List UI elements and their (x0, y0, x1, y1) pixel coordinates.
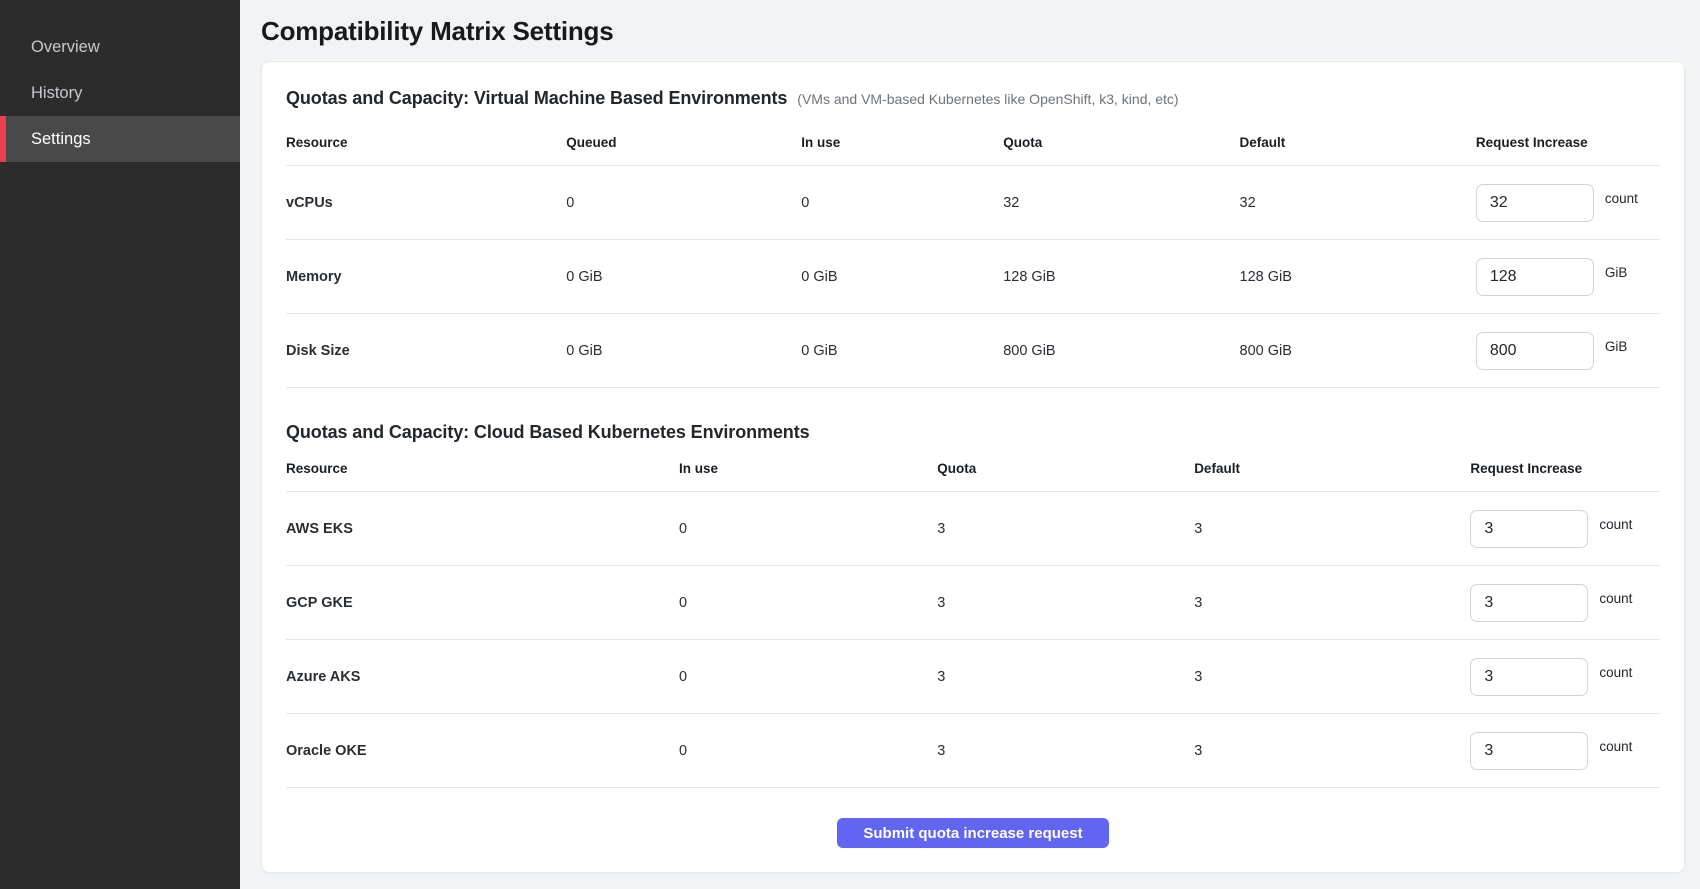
sidebar-item-overview[interactable]: Overview (0, 24, 240, 70)
default-value: 800 GiB (1240, 343, 1476, 359)
resource-name: Memory (286, 269, 566, 285)
in-use-value: 0 (679, 521, 937, 537)
resource-name: Azure AKS (286, 669, 679, 685)
vm-col-request-increase: Request Increase (1476, 135, 1660, 150)
quota-value: 800 GiB (1003, 343, 1239, 359)
cloud-section-title: Quotas and Capacity: Cloud Based Kuberne… (286, 422, 810, 443)
cloud-table-header: Resource In use Quota Default Request In… (286, 443, 1660, 492)
submit-quota-increase-button[interactable]: Submit quota increase request (837, 818, 1108, 848)
resource-name: Disk Size (286, 343, 566, 359)
default-value: 128 GiB (1240, 269, 1476, 285)
in-use-value: 0 (679, 743, 937, 759)
default-value: 3 (1194, 669, 1470, 685)
vm-col-in-use: In use (801, 135, 1003, 150)
quota-value: 3 (937, 669, 1194, 685)
quota-value: 32 (1003, 195, 1239, 211)
memory-request-input[interactable] (1476, 258, 1594, 296)
vcpus-request-input[interactable] (1476, 184, 1594, 222)
vm-col-resource: Resource (286, 135, 566, 150)
in-use-value: 0 (679, 669, 937, 685)
resource-name: AWS EKS (286, 521, 679, 537)
submit-button-row: Submit quota increase request (286, 818, 1660, 848)
in-use-value: 0 (679, 595, 937, 611)
cloud-col-default: Default (1194, 461, 1470, 476)
vm-col-quota: Quota (1003, 135, 1239, 150)
table-row: Oracle OKE 0 3 3 count (286, 714, 1660, 788)
unit-label: count (1599, 517, 1632, 532)
unit-label: GiB (1605, 265, 1628, 280)
table-row: AWS EKS 0 3 3 count (286, 492, 1660, 566)
resource-name: Oracle OKE (286, 743, 679, 759)
vm-col-default: Default (1240, 135, 1476, 150)
table-row: GCP GKE 0 3 3 count (286, 566, 1660, 640)
table-row: Memory 0 GiB 0 GiB 128 GiB 128 GiB GiB (286, 240, 1660, 314)
oracle-oke-request-input[interactable] (1470, 732, 1588, 770)
table-row: Azure AKS 0 3 3 count (286, 640, 1660, 714)
disk-size-request-input[interactable] (1476, 332, 1594, 370)
sidebar: Overview History Settings (0, 0, 240, 889)
sidebar-item-history[interactable]: History (0, 70, 240, 116)
queued-value: 0 (566, 195, 801, 211)
queued-value: 0 GiB (566, 269, 801, 285)
resource-name: vCPUs (286, 195, 566, 211)
quota-value: 3 (937, 521, 1194, 537)
default-value: 3 (1194, 521, 1470, 537)
quota-value: 3 (937, 743, 1194, 759)
vm-section-note: (VMs and VM-based Kubernetes like OpenSh… (797, 91, 1178, 107)
in-use-value: 0 GiB (801, 269, 1003, 285)
resource-name: GCP GKE (286, 595, 679, 611)
default-value: 3 (1194, 595, 1470, 611)
azure-aks-request-input[interactable] (1470, 658, 1588, 696)
unit-label: count (1605, 191, 1638, 206)
default-value: 32 (1240, 195, 1476, 211)
unit-label: count (1599, 591, 1632, 606)
gcp-gke-request-input[interactable] (1470, 584, 1588, 622)
quota-value: 128 GiB (1003, 269, 1239, 285)
page-title: Compatibility Matrix Settings (261, 16, 1685, 47)
unit-label: count (1599, 739, 1632, 754)
default-value: 3 (1194, 743, 1470, 759)
vm-section-header: Quotas and Capacity: Virtual Machine Bas… (286, 88, 1660, 109)
vm-table-header: Resource Queued In use Quota Default Req… (286, 109, 1660, 166)
cloud-col-in-use: In use (679, 461, 937, 476)
cloud-col-resource: Resource (286, 461, 679, 476)
cloud-col-quota: Quota (937, 461, 1194, 476)
aws-eks-request-input[interactable] (1470, 510, 1588, 548)
table-row: Disk Size 0 GiB 0 GiB 800 GiB 800 GiB Gi… (286, 314, 1660, 388)
unit-label: count (1599, 665, 1632, 680)
in-use-value: 0 (801, 195, 1003, 211)
cloud-section-header: Quotas and Capacity: Cloud Based Kuberne… (286, 422, 1660, 443)
queued-value: 0 GiB (566, 343, 801, 359)
sidebar-item-settings[interactable]: Settings (0, 116, 240, 162)
table-row: vCPUs 0 0 32 32 count (286, 166, 1660, 240)
main-content: Compatibility Matrix Settings Quotas and… (240, 0, 1700, 889)
vm-section-title: Quotas and Capacity: Virtual Machine Bas… (286, 88, 787, 109)
in-use-value: 0 GiB (801, 343, 1003, 359)
cloud-col-request-increase: Request Increase (1470, 461, 1660, 476)
vm-col-queued: Queued (566, 135, 801, 150)
quota-value: 3 (937, 595, 1194, 611)
unit-label: GiB (1605, 339, 1628, 354)
settings-card: Quotas and Capacity: Virtual Machine Bas… (261, 61, 1685, 873)
